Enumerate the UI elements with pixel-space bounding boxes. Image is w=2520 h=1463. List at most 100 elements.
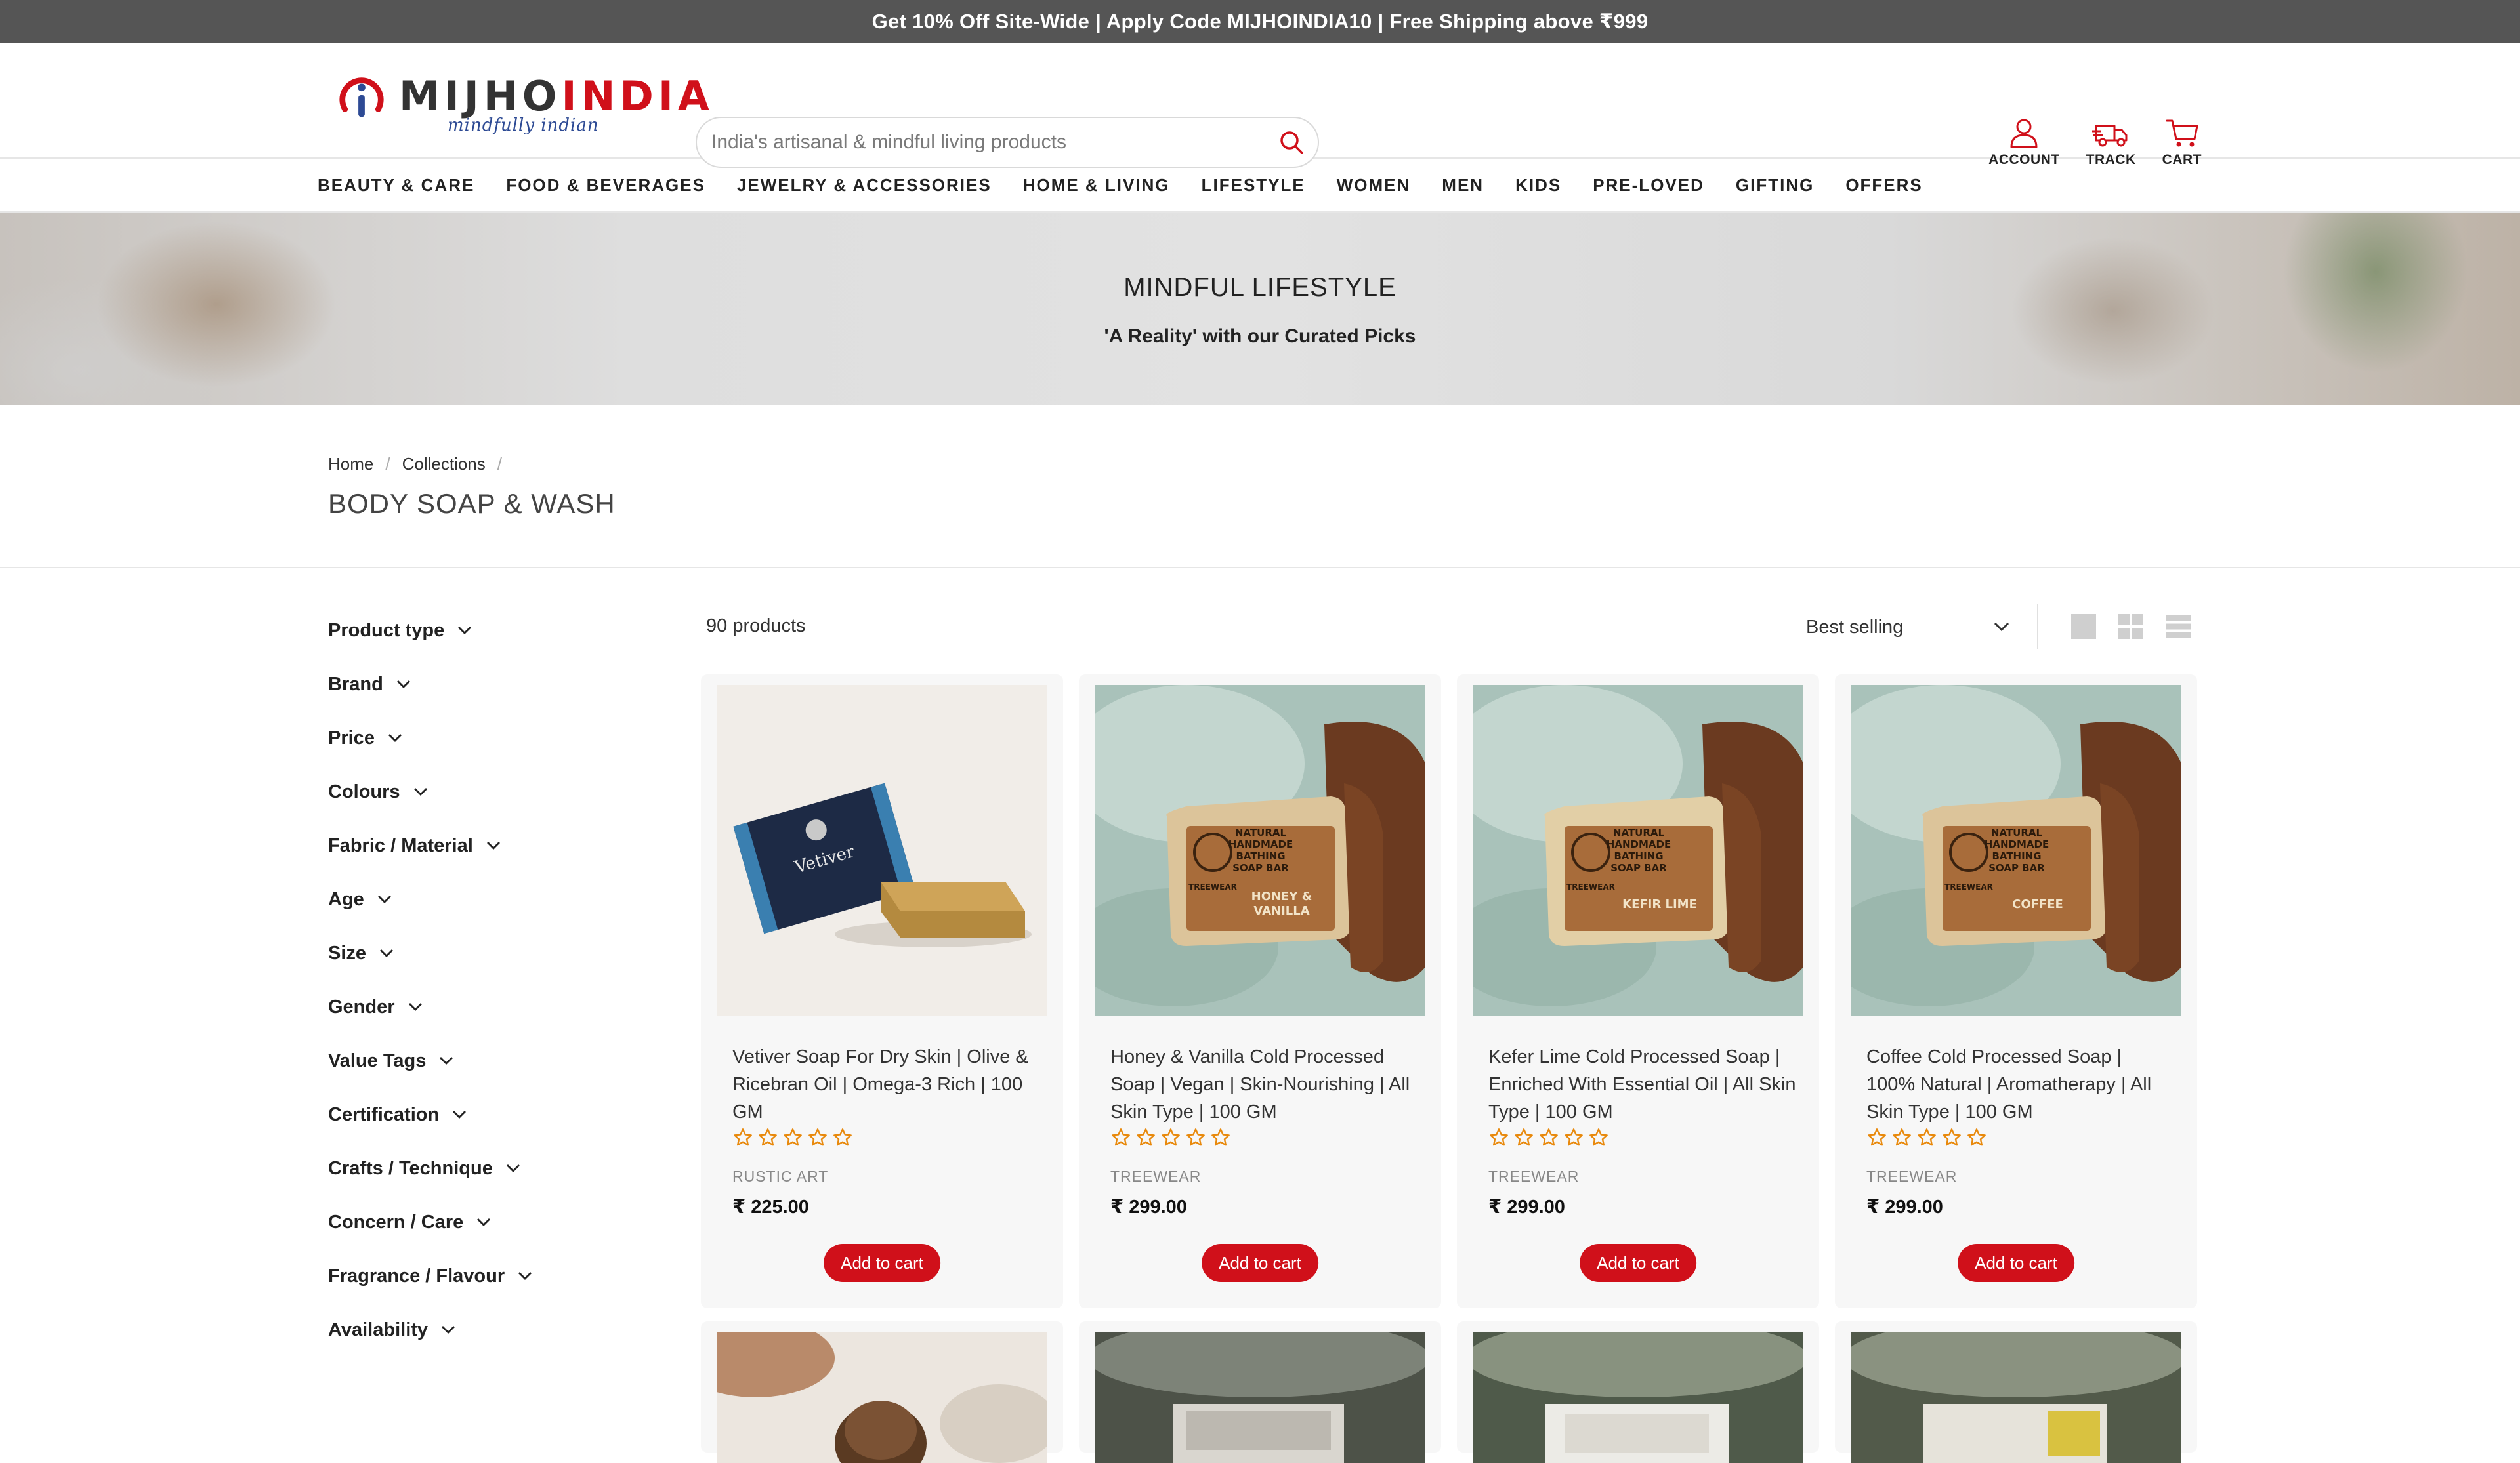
star-empty-icon (1967, 1128, 1986, 1146)
product-image[interactable]: NATURAL HANDMADE BATHING SOAP BAR TREEWE… (1851, 685, 2181, 1016)
account-button[interactable]: ACCOUNT (1988, 117, 2060, 168)
cart-button[interactable]: CART (2162, 117, 2202, 168)
soap-label-text: SOAP BAR (1232, 862, 1289, 874)
brand-logo[interactable]: MIJHOINDIA mindfully indian (336, 68, 709, 135)
nav-item-kids[interactable]: KIDS (1515, 175, 1561, 196)
list-view-icon[interactable] (2164, 613, 2192, 640)
filter-label: Brand (328, 673, 383, 695)
filter-label: Price (328, 727, 375, 749)
track-button[interactable]: TRACK (2086, 117, 2136, 168)
product-card[interactable] (1457, 1321, 1819, 1463)
product-card[interactable] (701, 1321, 1063, 1463)
product-image[interactable] (1851, 1332, 2181, 1463)
star-empty-icon (1893, 1128, 1911, 1146)
filter-label: Concern / Care (328, 1211, 464, 1233)
nav-item-lifestyle[interactable]: LIFESTYLE (1202, 175, 1305, 196)
nav-item-men[interactable]: MEN (1442, 175, 1484, 196)
filter-crafts-technique[interactable]: Crafts / Technique (328, 1142, 591, 1195)
product-image[interactable] (1095, 1332, 1425, 1463)
star-empty-icon (808, 1128, 827, 1146)
filter-certification[interactable]: Certification (328, 1088, 591, 1142)
soap-label-text: BATHING (1614, 850, 1663, 862)
nav-item-jewelry-accessories[interactable]: JEWELRY & ACCESSORIES (737, 175, 992, 196)
nav-item-women[interactable]: WOMEN (1337, 175, 1411, 196)
brand-tagline: mindfully indian (448, 115, 599, 135)
chevron-down-icon (377, 896, 391, 903)
filter-product-type[interactable]: Product type (328, 604, 591, 657)
star-empty-icon (1186, 1128, 1205, 1146)
filter-label: Availability (328, 1319, 429, 1340)
filter-age[interactable]: Age (328, 873, 591, 926)
filter-size[interactable]: Size (328, 926, 591, 980)
cart-icon (2166, 119, 2198, 147)
breadcrumb-separator: / (497, 454, 502, 474)
search-button[interactable] (1265, 119, 1318, 165)
soap-label-text: NATURAL (1613, 827, 1665, 838)
filter-brand[interactable]: Brand (328, 657, 591, 711)
add-to-cart-button[interactable]: Add to cart (1958, 1244, 2074, 1282)
product-vendor: RUSTIC ART (732, 1168, 829, 1185)
product-image[interactable] (1473, 1332, 1803, 1463)
filter-label: Value Tags (328, 1050, 427, 1071)
star-empty-icon (1137, 1128, 1155, 1146)
soap-label-text: BATHING (1992, 850, 2041, 862)
nav-item-gifting[interactable]: GIFTING (1736, 175, 1814, 196)
filter-gender[interactable]: Gender (328, 980, 591, 1034)
nav-item-offers[interactable]: OFFERS (1845, 175, 1922, 196)
filter-concern-care[interactable]: Concern / Care (328, 1195, 591, 1249)
product-card[interactable] (1079, 1321, 1441, 1463)
sort-select[interactable]: Best selling (1806, 608, 2009, 647)
add-to-cart-button[interactable]: Add to cart (1202, 1244, 1318, 1282)
soap-label-text: SOAP BAR (1610, 862, 1667, 874)
breadcrumb-collections[interactable]: Collections (402, 454, 486, 474)
product-card[interactable]: NATURAL HANDMADE BATHING SOAP BAR TREEWE… (1079, 674, 1441, 1308)
rating-stars (1110, 1127, 1231, 1148)
chevron-down-icon (453, 1111, 467, 1119)
chevron-down-icon (388, 734, 402, 742)
nav-item-home-living[interactable]: HOME & LIVING (1023, 175, 1170, 196)
filter-label: Fragrance / Flavour (328, 1265, 505, 1287)
filter-price[interactable]: Price (328, 711, 591, 765)
soap-label-text: HANDMADE (1606, 838, 1671, 850)
product-title[interactable]: Kefer Lime Cold Processed Soap | Enriche… (1488, 1043, 1797, 1126)
soap-label-text: BATHING (1236, 850, 1285, 862)
kefir-lime-soap-photo: NATURAL HANDMADE BATHING SOAP BAR TREEWE… (1473, 685, 1803, 1016)
filter-fabric-material[interactable]: Fabric / Material (328, 819, 591, 873)
site-header: MIJHOINDIA mindfully indian ACCOUNT (0, 43, 2520, 168)
search-input[interactable] (697, 131, 1265, 154)
grid-large-view-icon[interactable] (2070, 613, 2097, 640)
filter-value-tags[interactable]: Value Tags (328, 1034, 591, 1088)
star-empty-icon (1942, 1128, 1961, 1146)
filter-fragrance-flavour[interactable]: Fragrance / Flavour (328, 1249, 591, 1303)
add-to-cart-button[interactable]: Add to cart (1580, 1244, 1696, 1282)
account-label: ACCOUNT (1988, 152, 2060, 167)
chevron-down-icon (458, 627, 472, 634)
filter-sidebar: Product type Brand Price Colours Fabric … (328, 604, 591, 1357)
product-title[interactable]: Coffee Cold Processed Soap | 100% Natura… (1866, 1043, 2175, 1126)
filter-availability[interactable]: Availability (328, 1303, 591, 1357)
product-card[interactable]: Vetiver Vetiver Soap For Dry Skin | Oliv… (701, 674, 1063, 1308)
product-card[interactable]: NATURAL HANDMADE BATHING SOAP BAR TREEWE… (1835, 674, 2197, 1308)
product-title[interactable]: Vetiver Soap For Dry Skin | Olive & Rice… (732, 1043, 1041, 1126)
product-image[interactable] (717, 1332, 1047, 1463)
breadcrumb-home[interactable]: Home (328, 454, 373, 474)
add-to-cart-button[interactable]: Add to cart (824, 1244, 940, 1282)
filter-label: Colours (328, 781, 400, 802)
filter-colours[interactable]: Colours (328, 765, 591, 819)
star-empty-icon (1515, 1128, 1533, 1146)
product-image[interactable]: NATURAL HANDMADE BATHING SOAP BAR TREEWE… (1473, 685, 1803, 1016)
filter-label: Age (328, 888, 364, 910)
nav-item-pre-loved[interactable]: PRE-LOVED (1593, 175, 1704, 196)
product-card[interactable] (1835, 1321, 2197, 1463)
nav-item-food-beverages[interactable]: FOOD & BEVERAGES (506, 175, 705, 196)
product-title[interactable]: Honey & Vanilla Cold Processed Soap | Ve… (1110, 1043, 1419, 1126)
product-image[interactable]: Vetiver (717, 685, 1047, 1016)
product-card[interactable]: NATURAL HANDMADE BATHING SOAP BAR TREEWE… (1457, 674, 1819, 1308)
product-price: ₹ 225.00 (732, 1197, 809, 1218)
chevron-down-icon (506, 1164, 520, 1172)
truck-icon (2091, 125, 2128, 147)
grid-small-view-icon[interactable] (2117, 613, 2145, 640)
product-image[interactable]: NATURAL HANDMADE BATHING SOAP BAR TREEWE… (1095, 685, 1425, 1016)
star-empty-icon (1868, 1128, 1886, 1146)
nav-item-beauty-care[interactable]: BEAUTY & CARE (318, 175, 474, 196)
